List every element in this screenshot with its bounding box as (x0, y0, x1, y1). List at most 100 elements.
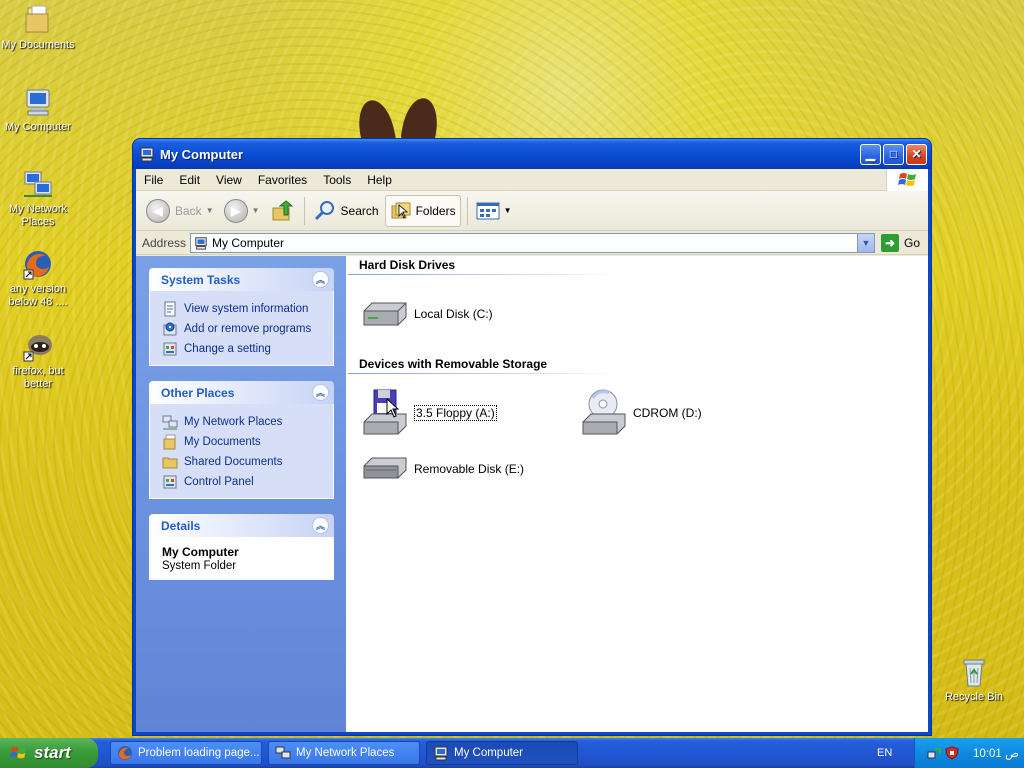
desktop-icon-my-network-places[interactable]: My Network Places (0, 168, 76, 229)
toolbar-separator (303, 196, 305, 225)
close-button[interactable]: ✕ (906, 143, 927, 165)
language-indicator[interactable]: EN (877, 738, 892, 768)
menu-view[interactable]: View (208, 173, 250, 187)
clock[interactable]: 10:01 ص (973, 746, 1019, 760)
collapse-chevron-icon[interactable]: ︽ (312, 271, 329, 288)
back-label: Back (175, 203, 202, 218)
minimize-icon: ▁ (865, 147, 876, 161)
computer-icon (434, 746, 448, 761)
place-label: Control Panel (184, 476, 254, 488)
taskbar-item-label: My Network Places (296, 747, 395, 759)
taskbar-item-my-computer[interactable]: My Computer (426, 741, 578, 765)
window-titlebar[interactable]: My Computer ▁ □ ✕ (133, 139, 931, 169)
back-arrow-icon: ◀ (146, 198, 170, 223)
desktop-icon-label: Recycle Bin (944, 691, 1004, 703)
hard-drive-icon (363, 302, 407, 326)
task-pane: System Tasks ︽ View system information A… (136, 256, 346, 732)
taskbar-item-firefox[interactable]: Problem loading page... (110, 741, 262, 765)
desktop-icon-firefox-old[interactable]: any version below 48 .... (0, 248, 76, 309)
menu-tools[interactable]: Tools (315, 173, 359, 187)
chevron-down-icon[interactable]: ▼ (252, 206, 260, 215)
desktop-icon-label: any version below 48 .... (8, 283, 68, 308)
drive-label: Local Disk (C:) (414, 307, 493, 321)
start-button[interactable]: start (0, 738, 98, 768)
network-connection-icon[interactable] (927, 746, 941, 760)
forward-arrow-icon: ▶ (223, 198, 248, 223)
folder-documents-icon (22, 4, 54, 36)
place-label: My Documents (184, 436, 261, 448)
folders-label: Folders (415, 203, 456, 218)
group-header-hard-disks: Hard Disk Drives (359, 258, 456, 272)
computer-icon (140, 147, 154, 162)
place-label: My Network Places (184, 416, 283, 428)
place-shared-documents[interactable]: Shared Documents (162, 452, 323, 472)
drive-cdrom-d[interactable]: CDROM (D:) (579, 388, 702, 438)
drive-label: CDROM (D:) (633, 406, 702, 420)
address-input[interactable]: My Computer ▼ (190, 232, 875, 253)
place-my-documents[interactable]: My Documents (162, 432, 323, 452)
window-title: My Computer (160, 146, 244, 162)
mouse-cursor-icon (386, 398, 400, 418)
back-button[interactable]: ◀ Back ▼ (142, 195, 218, 227)
other-places-header[interactable]: Other Places ︽ (149, 381, 334, 404)
task-view-system-info[interactable]: View system information (162, 299, 323, 319)
search-button[interactable]: Search (309, 195, 383, 227)
menu-help[interactable]: Help (359, 173, 400, 187)
start-label: start (34, 743, 71, 762)
place-control-panel[interactable]: Control Panel (162, 472, 323, 492)
menu-favorites[interactable]: Favorites (250, 173, 315, 187)
go-label: Go (903, 235, 920, 250)
task-change-setting[interactable]: Change a setting (162, 339, 323, 359)
system-info-icon (164, 301, 176, 317)
firefox-icon (118, 746, 132, 760)
system-tasks-panel: System Tasks ︽ View system information A… (149, 268, 334, 366)
security-shield-icon[interactable] (945, 746, 959, 760)
folders-button[interactable]: Folders (384, 194, 461, 227)
taskbar-item-network-places[interactable]: My Network Places (268, 741, 420, 765)
group-divider (348, 373, 623, 374)
search-icon (314, 200, 334, 220)
address-bar: Address My Computer ▼ ➜ Go (136, 231, 928, 255)
taskbar-item-label: My Computer (454, 747, 524, 759)
task-add-remove-programs[interactable]: Add or remove programs (162, 319, 323, 339)
go-button[interactable]: ➜ Go (875, 233, 928, 252)
up-button[interactable] (266, 195, 298, 227)
folder-icon (162, 457, 178, 469)
drive-floppy-a[interactable]: 3.5 Floppy (A:) (360, 388, 497, 438)
floppy-drive-icon (363, 389, 407, 435)
other-places-body: My Network Places My Documents Shared Do… (149, 404, 334, 499)
collapse-chevron-icon[interactable]: ︽ (312, 517, 329, 534)
collapse-chevron-icon[interactable]: ︽ (312, 384, 329, 401)
recycle-bin-icon (958, 656, 990, 688)
folders-icon (391, 202, 411, 219)
forward-button[interactable]: ▶ ▼ (220, 195, 264, 227)
desktop-icon-label: My Computer (4, 121, 72, 133)
views-button[interactable]: ▼ (472, 195, 516, 227)
place-my-network-places[interactable]: My Network Places (162, 412, 323, 432)
details-body: My Computer System Folder (149, 537, 334, 580)
system-tasks-header[interactable]: System Tasks ︽ (149, 268, 334, 291)
maximize-button[interactable]: □ (883, 143, 904, 165)
menu-edit[interactable]: Edit (171, 173, 208, 187)
desktop-icon-my-computer[interactable]: My Computer (0, 86, 76, 134)
chevron-down-icon[interactable]: ▼ (504, 206, 512, 215)
details-panel: Details ︽ My Computer System Folder (149, 514, 334, 580)
minimize-button[interactable]: ▁ (860, 143, 881, 165)
group-divider (348, 274, 623, 275)
group-header-removable: Devices with Removable Storage (359, 357, 548, 371)
menu-file[interactable]: File (136, 173, 171, 187)
desktop-icon-label: firefox, but better (12, 365, 64, 390)
desktop-icon-recycle-bin[interactable]: Recycle Bin (936, 656, 1012, 704)
go-arrow-icon: ➜ (880, 233, 899, 252)
chevron-down-icon[interactable]: ▼ (206, 206, 214, 215)
desktop-icon-my-documents[interactable]: My Documents (0, 4, 76, 52)
desktop-icon-firefox-better[interactable]: firefox, but better (0, 330, 76, 391)
drive-local-disk-c[interactable]: Local Disk (C:) (360, 289, 493, 339)
drive-removable-e[interactable]: Removable Disk (E:) (360, 444, 524, 494)
address-dropdown-button[interactable]: ▼ (856, 233, 874, 252)
network-icon (275, 746, 291, 759)
search-label: Search (340, 203, 379, 218)
details-header[interactable]: Details ︽ (149, 514, 334, 537)
task-label: View system information (184, 303, 309, 315)
desktop-icon-label: My Network Places (8, 203, 68, 228)
